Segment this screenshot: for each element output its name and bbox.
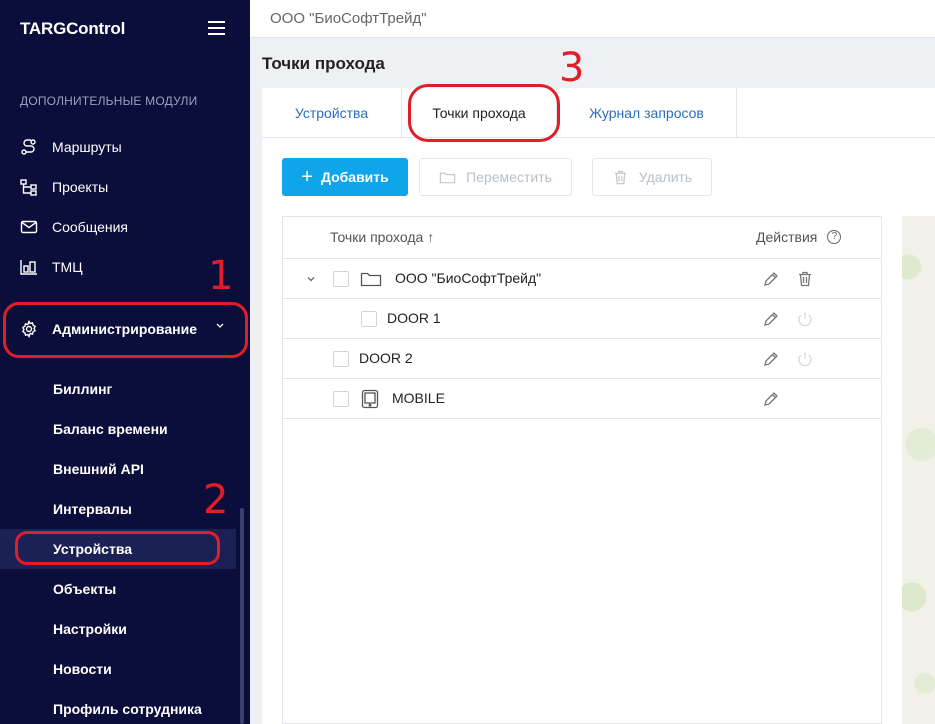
column-header-name[interactable]: Точки прохода ↑ [330, 229, 434, 245]
map-preview[interactable] [902, 216, 935, 724]
table-row: ООО "БиоСофтТрейд" [283, 259, 881, 299]
access-points-table: Точки прохода ↑ Действия ? ООО "БиоСофтТ… [282, 216, 882, 724]
row-checkbox[interactable] [333, 391, 349, 407]
sidebar-subitem-objects[interactable]: Объекты [0, 569, 236, 609]
tab-bar: Устройства Точки прохода Журнал запросов [262, 88, 935, 138]
sidebar-subitem-news[interactable]: Новости [0, 649, 236, 689]
sidebar-subitem-external-api[interactable]: Внешний API [0, 449, 236, 489]
table-row: DOOR 1 [283, 299, 881, 339]
edit-icon[interactable] [761, 309, 781, 329]
sidebar-item-label: Администрирование [52, 321, 197, 337]
edit-icon[interactable] [761, 349, 781, 369]
inventory-icon [20, 258, 38, 276]
sidebar-item-routes[interactable]: Маршруты [0, 127, 240, 167]
help-icon[interactable]: ? [827, 230, 842, 244]
move-button[interactable]: Переместить [419, 158, 572, 196]
sidebar-subitem-employee-profile[interactable]: Профиль сотрудника [0, 689, 236, 724]
folder-icon [439, 169, 456, 186]
row-label: DOOR 1 [387, 310, 441, 326]
power-icon[interactable] [795, 349, 815, 369]
sidebar-item-administration[interactable]: Администрирование [0, 309, 240, 349]
sidebar-item-inventory[interactable]: ТМЦ [0, 247, 240, 287]
menu-toggle-icon[interactable] [208, 21, 225, 35]
sidebar-item-label: Проекты [52, 179, 109, 195]
chevron-down-icon[interactable] [305, 273, 317, 285]
sidebar-item-messages[interactable]: Сообщения [0, 207, 240, 247]
app-logo: TARGControl [20, 19, 126, 38]
delete-button-label: Удалить [638, 169, 693, 185]
row-label: DOOR 2 [359, 350, 413, 366]
row-label: MOBILE [392, 390, 445, 406]
sidebar-subitem-devices[interactable]: Устройства [0, 529, 236, 569]
topbar: ООО "БиоСофтТрейд" [250, 0, 935, 38]
row-checkbox[interactable] [361, 311, 377, 327]
trash-icon[interactable] [795, 269, 815, 289]
tab-request-log[interactable]: Журнал запросов [557, 88, 737, 138]
folder-icon [360, 269, 382, 294]
edit-icon[interactable] [761, 389, 781, 409]
tablet-icon [360, 389, 380, 414]
chevron-down-icon [216, 323, 224, 328]
sidebar-subitem-billing[interactable]: Биллинг [0, 369, 236, 409]
table-row: DOOR 2 [283, 339, 881, 379]
sidebar-item-projects[interactable]: Проекты [0, 167, 240, 207]
power-icon[interactable] [795, 309, 815, 329]
row-checkbox[interactable] [333, 271, 349, 287]
table-header: Точки прохода ↑ Действия ? [283, 217, 881, 259]
sidebar-item-label: Маршруты [52, 139, 122, 155]
annotation-number-2: 2 [203, 477, 229, 523]
add-button[interactable]: + Добавить [282, 158, 408, 196]
move-button-label: Переместить [466, 169, 552, 185]
delete-button[interactable]: Удалить [592, 158, 712, 196]
tab-access-points[interactable]: Точки прохода [402, 88, 557, 138]
sidebar-subitem-intervals[interactable]: Интервалы [0, 489, 236, 529]
mail-icon [20, 218, 38, 236]
column-header-actions-label: Действия [756, 229, 818, 245]
edit-icon[interactable] [761, 269, 781, 289]
add-button-label: Добавить [320, 169, 389, 185]
route-icon [20, 138, 38, 156]
page-title: Точки прохода [262, 54, 385, 73]
annotation-number-1: 1 [208, 253, 234, 299]
sidebar-item-label: ТМЦ [52, 259, 83, 275]
sidebar-subitem-settings[interactable]: Настройки [0, 609, 236, 649]
projects-icon [20, 178, 38, 196]
row-label: ООО "БиоСофтТрейд" [395, 270, 542, 286]
section-label: ДОПОЛНИТЕЛЬНЫЕ МОДУЛИ [20, 94, 198, 108]
tab-devices[interactable]: Устройства [262, 88, 402, 138]
sidebar-subitem-time-balance[interactable]: Баланс времени [0, 409, 236, 449]
annotation-number-3: 3 [559, 45, 585, 91]
sidebar-item-label: Сообщения [52, 219, 128, 235]
table-row: MOBILE [283, 379, 881, 419]
sidebar: TARGControl ДОПОЛНИТЕЛЬНЫЕ МОДУЛИ Маршру… [0, 0, 250, 724]
trash-icon [612, 169, 629, 186]
plus-icon: + [301, 166, 313, 188]
sidebar-scrollbar[interactable] [240, 508, 244, 724]
column-header-actions: Действия ? [756, 229, 842, 245]
row-checkbox[interactable] [333, 351, 349, 367]
org-name: ООО "БиоСофтТрейд" [270, 10, 427, 27]
gear-icon [20, 320, 38, 338]
